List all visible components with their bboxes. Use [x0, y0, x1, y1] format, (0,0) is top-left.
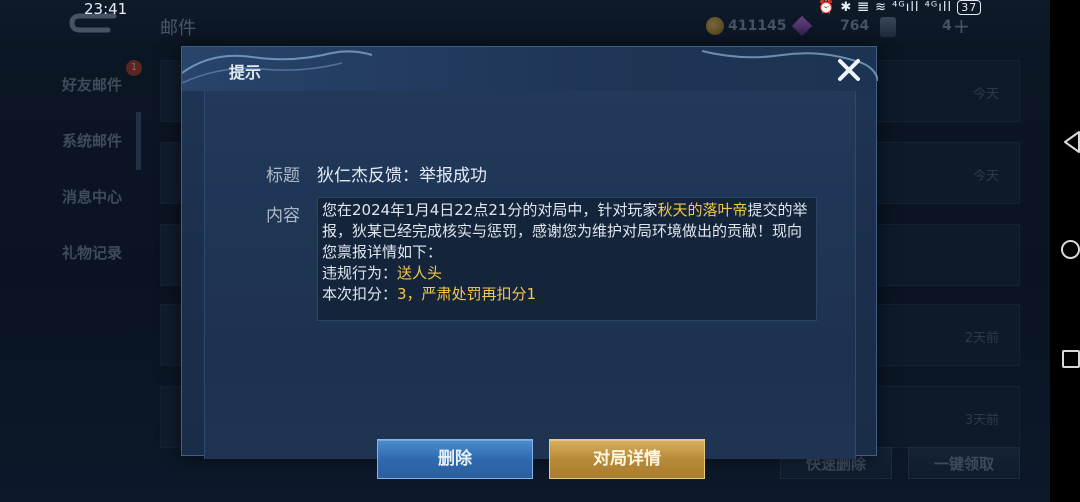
nav-back-icon[interactable]: [1062, 130, 1080, 154]
subject-label: 标题: [266, 166, 300, 186]
close-icon[interactable]: [834, 55, 864, 85]
nav-home-icon[interactable]: [1061, 240, 1080, 259]
reported-player-name: 秋天的落叶帝: [657, 201, 748, 219]
dialog-title: 提示: [229, 63, 262, 82]
match-details-button[interactable]: 对局详情: [549, 439, 705, 479]
violation-label: 违规行为：: [322, 264, 398, 282]
battery-icon: 37: [957, 0, 982, 15]
dialog-body: 标题 狄仁杰反馈：举报成功 内容 您在2024年1月4日22点21分的对局中，针…: [204, 91, 856, 479]
status-time: 23:41: [84, 0, 128, 18]
subject-text: 狄仁杰反馈：举报成功: [317, 166, 487, 186]
deduction-value: 3，严肃处罚再扣分1: [397, 285, 537, 303]
dialog-header: [182, 47, 876, 91]
violation-value: 送人头: [397, 264, 443, 282]
nav-recents-icon[interactable]: [1062, 350, 1080, 368]
delete-button[interactable]: 删除: [377, 439, 533, 479]
status-indicator-icons: ⏰ ✱ 𝌆 ≋ ⁴ᴳıll ⁴ᴳıll: [818, 0, 953, 15]
content-text: 您在2024年1月4日22点21分的对局中，针对玩家: [322, 201, 658, 219]
content-label: 内容: [266, 206, 300, 226]
notice-dialog: 提示 标题 狄仁杰反馈：举报成功 内容 您在2024年1月4日22点21分的对局…: [181, 46, 878, 479]
deduction-label: 本次扣分：: [322, 285, 398, 303]
status-icons: ⏰ ✱ 𝌆 ≋ ⁴ᴳıll ⁴ᴳıll 37: [818, 0, 982, 15]
content-box[interactable]: 您在2024年1月4日22点21分的对局中，针对玩家秋天的落叶帝提交的举报，狄某…: [317, 197, 817, 321]
